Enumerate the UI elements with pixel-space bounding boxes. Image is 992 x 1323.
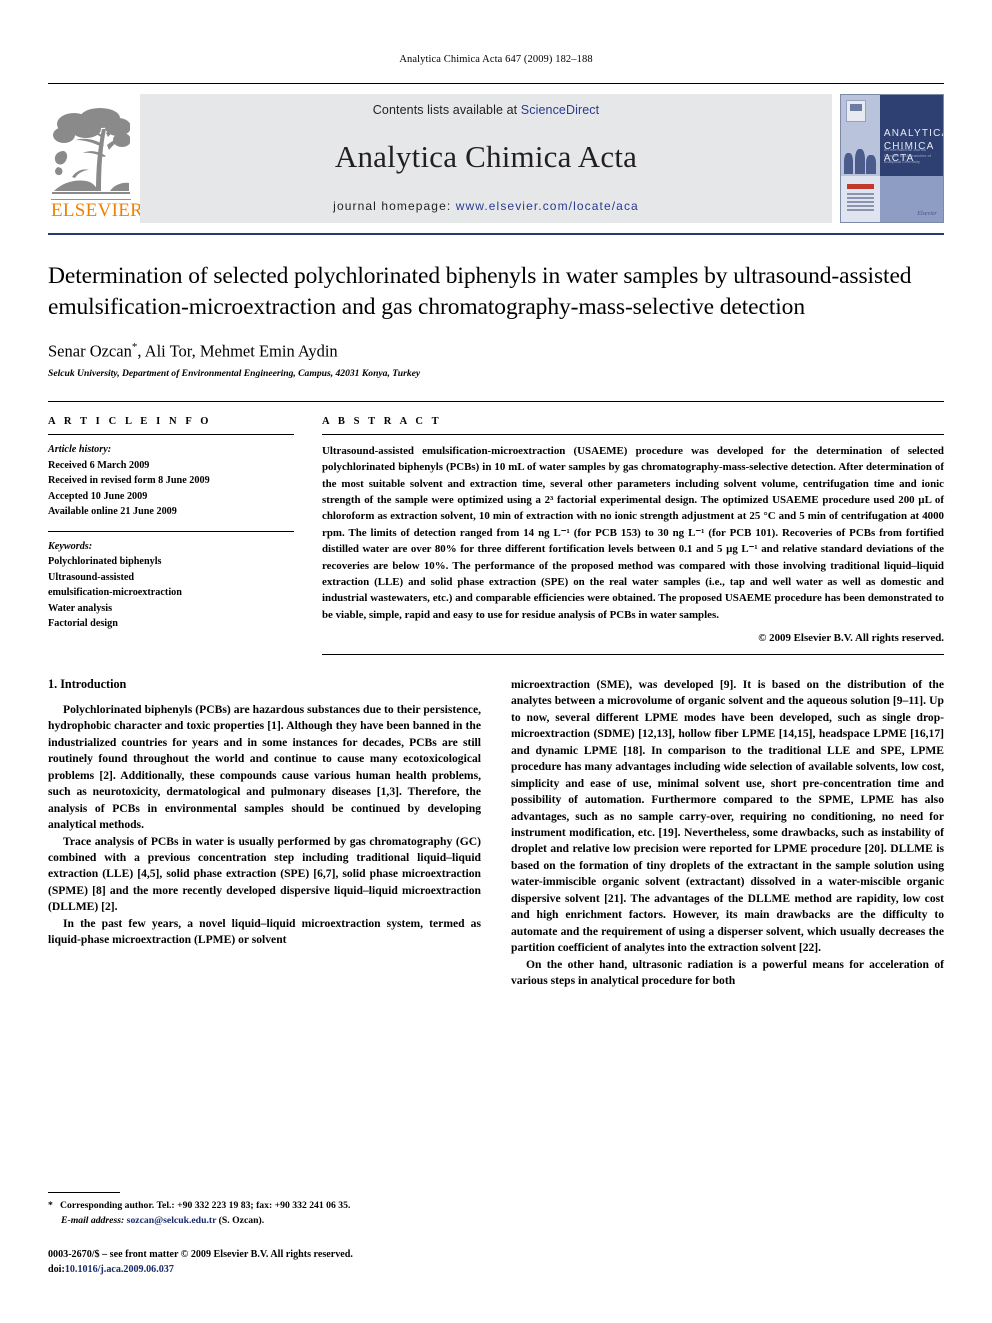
keywords-block: Keywords: Polychlorinated biphenyls Ultr… xyxy=(48,539,294,632)
history-item: Accepted 10 June 2009 xyxy=(48,490,148,502)
corresponding-author-note: * Corresponding author. Tel.: +90 332 223… xyxy=(48,1199,468,1228)
section-heading-introduction: 1. Introduction xyxy=(48,676,127,691)
cover-title-line1: ANALYTICA xyxy=(883,128,944,140)
paragraph: Polychlorinated biphenyls (PCBs) are haz… xyxy=(48,702,481,832)
history-item: Available online 21 June 2009 xyxy=(48,506,177,517)
body-column-right: microextraction (SME), was developed [9]… xyxy=(511,677,944,990)
article-info-column: A R T I C L E I N F O Article history: R… xyxy=(48,416,294,655)
info-abstract-row: A R T I C L E I N F O Article history: R… xyxy=(48,416,944,655)
sciencedirect-link[interactable]: ScienceDirect xyxy=(521,103,599,117)
title-block: Determination of selected polychlorinate… xyxy=(48,261,944,379)
footnote-rule xyxy=(48,1192,120,1193)
abstract-copyright: © 2009 Elsevier B.V. All rights reserved… xyxy=(758,631,944,644)
doi-label: doi: xyxy=(48,1264,65,1276)
journal-band: Contents lists available at ScienceDirec… xyxy=(140,94,832,223)
abstract-heading: A B S T R A C T xyxy=(322,416,442,427)
contents-line: Contents lists available at ScienceDirec… xyxy=(373,103,599,117)
cover-text-lines xyxy=(847,192,874,213)
paragraph: Trace analysis of PCBs in water is usual… xyxy=(48,834,481,914)
article-history-label: Article history: xyxy=(48,444,112,455)
author-list: Senar Ozcan*, Ali Tor, Mehmet Emin Aydin xyxy=(48,341,944,362)
bottom-copyright-block: 0003-2670/$ – see front matter © 2009 El… xyxy=(48,1247,488,1277)
homepage-url[interactable]: www.elsevier.com/locate/aca xyxy=(456,199,639,213)
cover-publisher: Elsevier xyxy=(917,210,937,217)
body-columns: 1. Introduction Polychlorinated biphenyl… xyxy=(48,677,944,990)
keyword-item: Water analysis xyxy=(48,602,113,614)
doi-line: doi:10.1016/j.aca.2009.06.037 xyxy=(48,1262,488,1277)
homepage-prefix: journal homepage: xyxy=(333,199,456,213)
journal-cover: ANALYTICA CHIMICA ACTA An International … xyxy=(840,94,944,223)
paragraph: In the past few years, a novel liquid–li… xyxy=(48,916,481,947)
masthead-rule xyxy=(48,233,944,235)
keywords-label: Keywords: xyxy=(48,540,93,552)
history-item: Received 6 March 2009 xyxy=(48,459,150,471)
title-rule xyxy=(48,401,944,402)
journal-title: Analytica Chimica Acta xyxy=(334,139,638,174)
cover-badge-icon xyxy=(846,100,866,122)
body-column-left: 1. Introduction Polychlorinated biphenyl… xyxy=(48,677,481,990)
footnote-marker: * xyxy=(48,1200,53,1211)
keyword-item: Ultrasound-assisted xyxy=(48,571,135,583)
affiliation: Selcuk University, Department of Environ… xyxy=(48,368,421,379)
journal-cover-thumbnail: ANALYTICA CHIMICA ACTA An International … xyxy=(840,94,944,223)
doi-value[interactable]: 10.1016/j.aca.2009.06.037 xyxy=(65,1264,174,1275)
email-label: E-mail address: xyxy=(61,1214,125,1226)
article-history: Article history: Received 6 March 2009 R… xyxy=(48,442,294,520)
history-item: Received in revised form 8 June 2009 xyxy=(48,475,210,486)
corresponding-author-text: Corresponding author. Tel.: +90 332 223 … xyxy=(60,1200,351,1211)
keyword-item: Factorial design xyxy=(48,618,118,629)
journal-homepage-line: journal homepage: www.elsevier.com/locat… xyxy=(333,199,639,213)
email-owner: (S. Ozcan). xyxy=(218,1214,265,1226)
email-line: E-mail address: sozcan@selcuk.edu.tr (S.… xyxy=(48,1214,468,1229)
email-link[interactable]: sozcan@selcuk.edu.tr xyxy=(127,1215,217,1226)
page-title: Determination of selected polychlorinate… xyxy=(48,263,912,321)
abstract-text: Ultrasound-assisted emulsification-micro… xyxy=(322,445,944,621)
journal-masthead: ELSEVIER Contents lists available at Sci… xyxy=(48,83,944,223)
footnote-block: * Corresponding author. Tel.: +90 332 223… xyxy=(48,1192,468,1228)
paragraph: microextraction (SME), was developed [9]… xyxy=(511,677,944,955)
running-head: Analytica Chimica Acta 647 (2009) 182–18… xyxy=(399,54,593,65)
keyword-item: emulsification-microextraction xyxy=(48,587,182,598)
cover-photo xyxy=(843,141,878,174)
elsevier-wordmark: ELSEVIER xyxy=(51,199,144,222)
elsevier-logo: ELSEVIER xyxy=(48,94,144,223)
paragraph: On the other hand, ultrasonic radiation … xyxy=(511,957,944,988)
article-info-heading: A R T I C L E I N F O xyxy=(48,416,212,427)
issn-line: 0003-2670/$ – see front matter © 2009 El… xyxy=(48,1249,353,1260)
keyword-item: Polychlorinated biphenyls xyxy=(48,556,162,567)
journal-article-page: Analytica Chimica Acta 647 (2009) 182–18… xyxy=(0,0,992,1323)
author-others: , Ali Tor, Mehmet Emin Aydin xyxy=(137,341,338,360)
cover-subtitle: An International Journal Devoted to All … xyxy=(883,147,931,165)
elsevier-tree-icon xyxy=(52,108,130,195)
author-corresponding: Senar Ozcan xyxy=(48,341,132,360)
contents-prefix: Contents lists available at xyxy=(372,103,521,117)
abstract-column: A B S T R A C T Ultrasound-assisted emul… xyxy=(322,416,944,655)
